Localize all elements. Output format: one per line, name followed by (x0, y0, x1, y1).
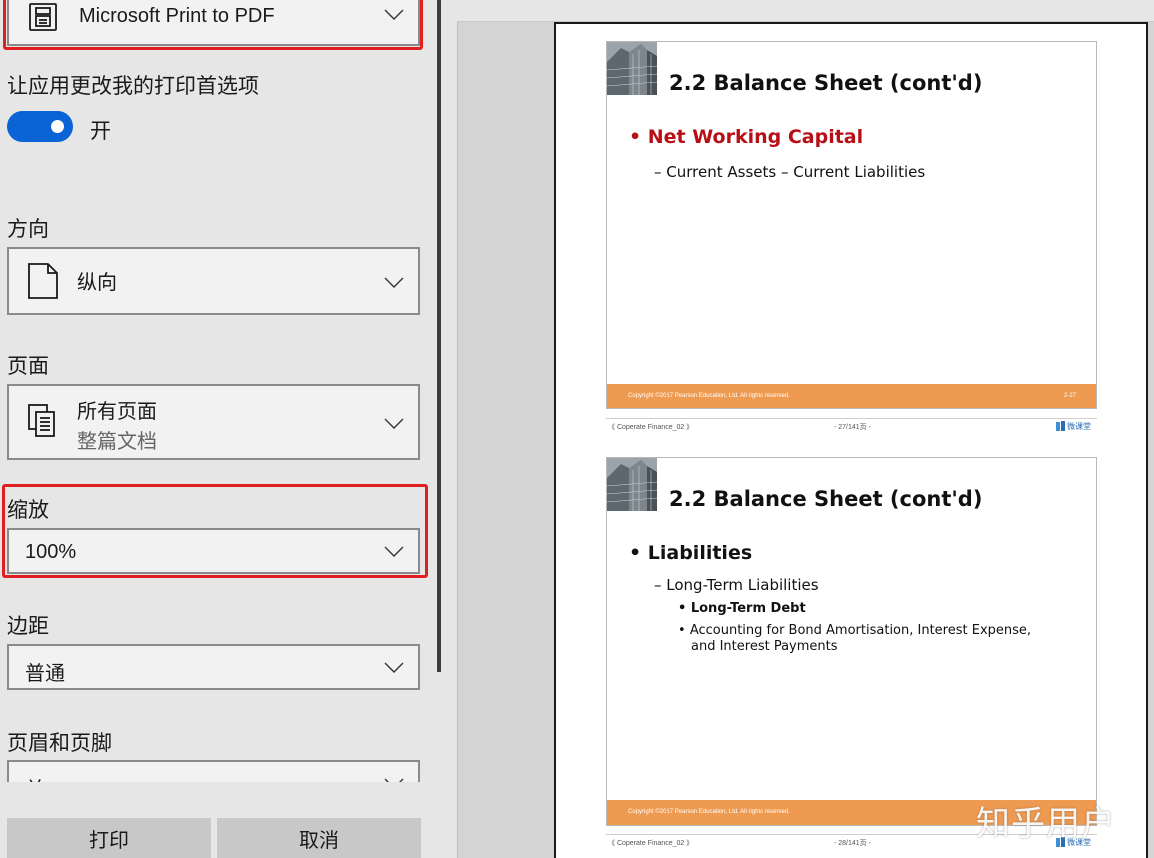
slide-item-text: Long-Term Debt (690, 601, 806, 616)
watermark: 知乎用户 (976, 804, 1116, 844)
slide-title: 2.2 Balance Sheet (cont'd) (669, 487, 983, 511)
slide-copyright: Copyright ©2017 Pearson Education, Ltd. … (628, 393, 790, 399)
chevron-down-icon (384, 277, 404, 289)
preview-top-strip (457, 0, 1154, 22)
header-footer-select[interactable]: 关 (7, 760, 420, 782)
slide-item: • Accounting for Bond Amortisation, Inte… (678, 623, 1032, 638)
slide-item-cont: and Interest Payments (691, 639, 838, 654)
pages-select[interactable]: 所有页面 整篇文档 (7, 384, 420, 460)
printer-select-value: Microsoft Print to PDF (79, 5, 275, 27)
slide-bullet-text: Liabilities (647, 542, 753, 564)
chevron-down-icon (384, 546, 404, 558)
slide-sub: – Current Assets – Current Liabilities (654, 163, 926, 181)
slide-copyright: Copyright ©2017 Pearson Education, Ltd. … (628, 809, 790, 815)
page-meta-27: 《 Coperate Finance_02 》 - 27/141页 - 微课堂 (606, 418, 1097, 432)
panel-gutter (441, 0, 457, 858)
scale-select-value: 100% (25, 541, 77, 563)
toggle-state-label: 开 (90, 120, 111, 143)
scale-label: 缩放 (7, 499, 49, 522)
chevron-down-icon (384, 662, 404, 674)
page-counter: - 28/141页 - (834, 840, 871, 847)
header-footer-select-value: 关 (25, 773, 45, 782)
cancel-button[interactable]: 取消 (217, 818, 421, 858)
orientation-select[interactable]: 纵向 (7, 247, 420, 315)
slide-item: • Long-Term Debt (678, 601, 806, 616)
slide-sub: – Long-Term Liabilities (654, 576, 819, 594)
orientation-label: 方向 (7, 218, 49, 241)
printer-select[interactable]: Microsoft Print to PDF (7, 0, 420, 46)
margins-select-value: 普通 (25, 663, 65, 685)
pages-select-subvalue: 整篇文档 (77, 431, 157, 453)
slide-28: 2.2 Balance Sheet (cont'd) • Liabilities… (606, 457, 1097, 826)
slide-item-text: Accounting for Bond Amortisation, Intere… (689, 623, 1032, 638)
header-footer-label: 页眉和页脚 (7, 732, 112, 755)
slide-27: 2.2 Balance Sheet (cont'd) • Net Working… (606, 41, 1097, 409)
building-thumbnail (607, 42, 658, 95)
portrait-page-icon (27, 262, 59, 300)
slide-bullet: • Liabilities (629, 542, 753, 564)
app-prefs-toggle[interactable] (7, 111, 73, 142)
orientation-select-value: 纵向 (77, 272, 117, 294)
logo: 微课堂 (1055, 420, 1095, 432)
toggle-knob (51, 120, 64, 133)
multiple-pages-icon (27, 403, 59, 439)
print-settings-panel: Microsoft Print to PDF 让应用更改我的打印首选项 开 方向… (0, 0, 437, 858)
pages-label: 页面 (7, 355, 49, 378)
page-counter: - 27/141页 - (834, 424, 871, 431)
slide-bullet: • Net Working Capital (629, 126, 864, 148)
doc-name: 《 Coperate Finance_02 》 (608, 840, 694, 847)
slide-page-label: 2-27 (1063, 393, 1076, 399)
chevron-down-icon (384, 418, 404, 430)
scale-select[interactable]: 100% (7, 528, 420, 574)
slide-footer-bar: Copyright ©2017 Pearson Education, Ltd. … (607, 384, 1096, 408)
margins-label: 边距 (7, 615, 49, 638)
logo-text: 微课堂 (1067, 421, 1091, 431)
doc-name: 《 Coperate Finance_02 》 (608, 424, 694, 431)
print-button[interactable]: 打印 (7, 818, 211, 858)
margins-select[interactable]: 普通 (7, 644, 420, 690)
pages-select-value: 所有页面 (77, 401, 157, 423)
printer-icon (27, 2, 59, 34)
slide-bullet-text: Net Working Capital (647, 126, 864, 148)
building-thumbnail (607, 458, 658, 511)
chevron-down-icon (384, 9, 404, 21)
header-footer-clip: 关 (0, 760, 437, 782)
slide-title: 2.2 Balance Sheet (cont'd) (669, 71, 983, 95)
app-prefs-label: 让应用更改我的打印首选项 (7, 75, 259, 98)
chevron-down-icon (384, 778, 404, 782)
